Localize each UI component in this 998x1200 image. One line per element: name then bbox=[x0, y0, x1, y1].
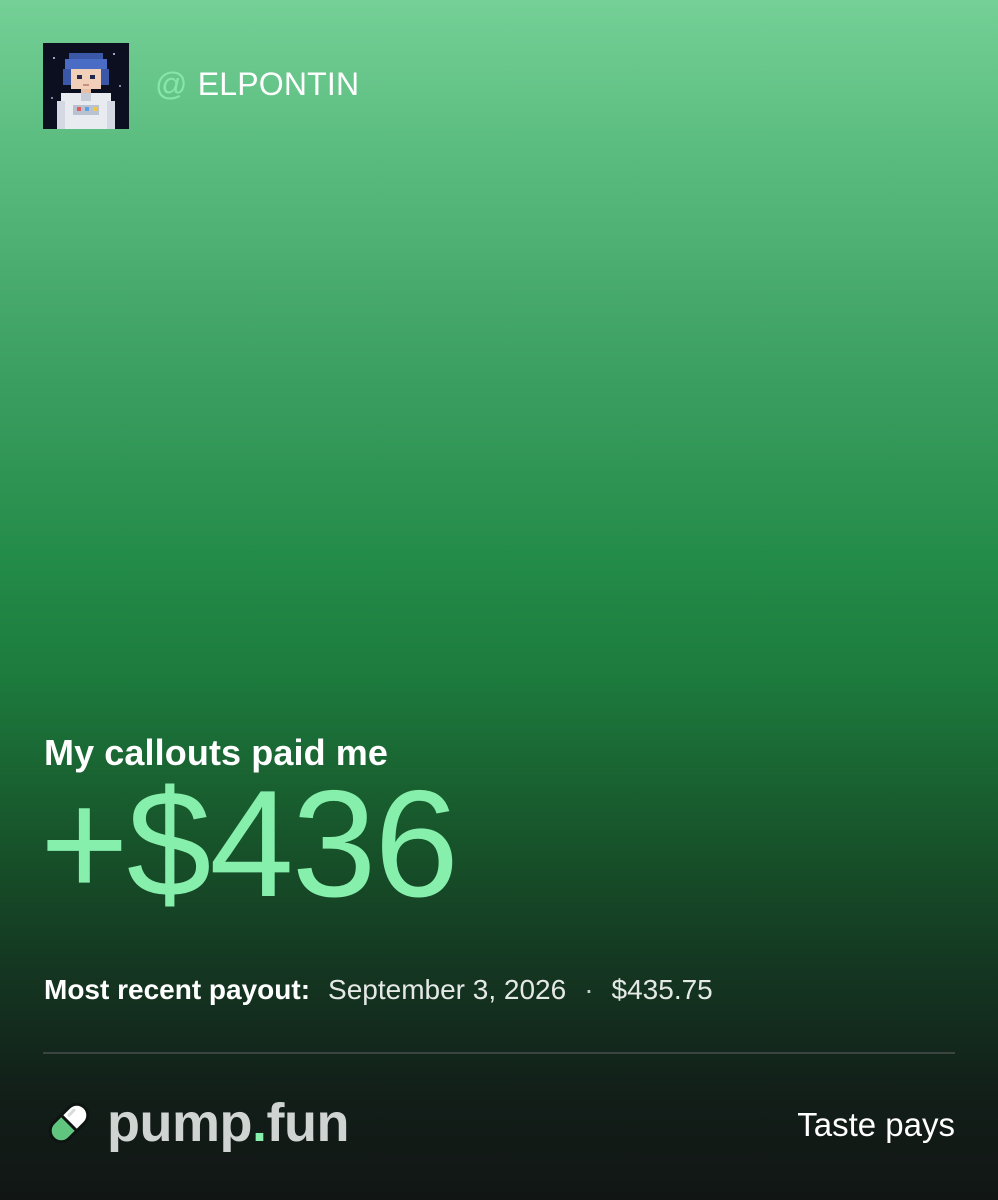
pixel-astronaut-avatar-icon bbox=[43, 43, 129, 129]
username: ELPONTIN bbox=[197, 65, 360, 102]
brand-logo[interactable]: pump.fun bbox=[43, 1096, 349, 1150]
pill-icon bbox=[48, 1102, 90, 1144]
at-symbol: @ bbox=[155, 65, 188, 102]
profile-header: @ ELPONTIN bbox=[43, 43, 359, 129]
payout-date: September 3, 2026 bbox=[328, 974, 567, 1005]
divider bbox=[43, 1052, 955, 1054]
payout-label: Most recent payout: bbox=[44, 974, 311, 1005]
tagline: Taste pays bbox=[797, 1106, 955, 1143]
payout-amount: $435.75 bbox=[611, 974, 713, 1005]
brand-name: pump.fun bbox=[107, 1096, 349, 1150]
brand-name-main: pump bbox=[107, 1093, 252, 1153]
brand-name-suffix: fun bbox=[266, 1093, 350, 1153]
payout-separator: · bbox=[584, 974, 594, 1005]
avatar[interactable] bbox=[43, 43, 129, 129]
total-amount: +$436 bbox=[40, 759, 459, 929]
brand-dot: . bbox=[251, 1093, 267, 1153]
payout-card: @ ELPONTIN My callouts paid me +$436 Mos… bbox=[0, 0, 998, 1200]
recent-payout: Most recent payout: September 3, 2026 · … bbox=[44, 974, 713, 1006]
user-handle[interactable]: @ ELPONTIN bbox=[155, 66, 359, 103]
